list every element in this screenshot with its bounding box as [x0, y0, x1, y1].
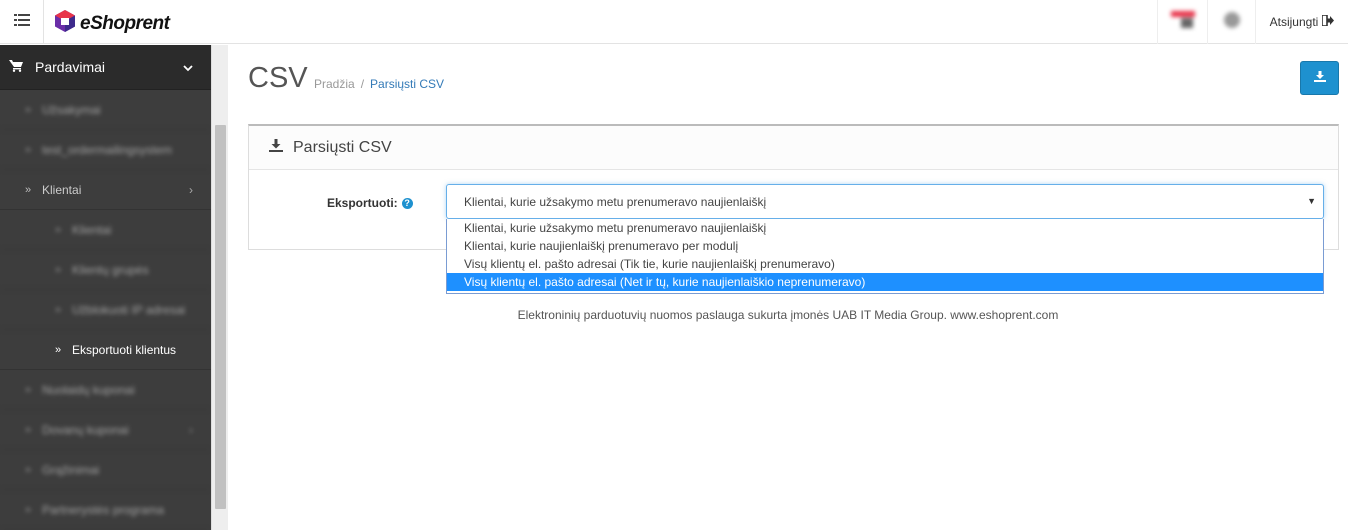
sidebar-item-label: Klientai	[42, 182, 82, 197]
double-chevron-icon: »	[24, 183, 32, 196]
sidebar-item-label: Eksportuoti klientus	[72, 342, 177, 357]
scrollbar-thumb[interactable]	[215, 125, 226, 509]
sidebar-subitem-blocked-ips[interactable]: » Užblokuoti IP adresai	[0, 290, 211, 330]
export-label: Eksportuoti: ?	[327, 196, 413, 210]
menu-toggle-button[interactable]	[0, 0, 44, 44]
sidebar-item-label: Užsakymai	[42, 102, 101, 117]
export-select-dropdown: Klientai, kurie užsakymo metu prenumerav…	[446, 219, 1324, 294]
flag-icon	[1170, 10, 1195, 34]
sidebar-item-vouchers[interactable]: » Dovanų kuponai ›	[0, 410, 211, 450]
sidebar-subitem-customer-groups[interactable]: » Klientų grupės	[0, 250, 211, 290]
export-option-highlighted[interactable]: Visų klientų el. pašto adresai (Net ir t…	[447, 273, 1323, 291]
chevron-right-icon: ›	[189, 422, 193, 437]
brand-name: eShoprent	[80, 12, 170, 34]
sidebar-item-label: Užblokuoti IP adresai	[72, 302, 186, 317]
top-bar: eShoprent Atsijungti	[0, 0, 1348, 44]
breadcrumb: Pradžia / Parsiųsti CSV	[314, 77, 444, 91]
page-title: CSV	[248, 62, 308, 94]
cart-icon	[9, 59, 23, 75]
sidebar-subitem-customers[interactable]: » Klientai	[0, 210, 211, 250]
double-chevron-icon: »	[54, 223, 62, 236]
sidebar-item-coupons[interactable]: » Nuolaidų kuponai	[0, 370, 211, 410]
double-chevron-icon: »	[24, 503, 32, 516]
sidebar-item-label: Grąžinimai	[42, 462, 100, 477]
double-chevron-icon: »	[24, 423, 32, 436]
download-icon	[1313, 69, 1326, 87]
sidebar-item-label: Dovanų kuponai	[42, 422, 129, 437]
logout-button[interactable]: Atsijungti	[1255, 0, 1348, 44]
breadcrumb-current[interactable]: Parsiųsti CSV	[370, 77, 444, 91]
sign-out-icon	[1321, 14, 1335, 29]
sidebar-item-label: Klientų grupės	[72, 262, 149, 277]
brand-logo[interactable]: eShoprent	[54, 9, 170, 38]
export-select-value: Klientai, kurie užsakymo metu prenumerav…	[464, 194, 767, 209]
help-icon[interactable]: ?	[401, 197, 413, 209]
hamburger-icon	[13, 13, 30, 31]
export-label-text: Eksportuoti:	[327, 196, 398, 210]
breadcrumb-home[interactable]: Pradžia	[314, 77, 355, 91]
sidebar-item-returns[interactable]: » Grąžinimai	[0, 450, 211, 490]
download-button[interactable]	[1300, 61, 1339, 95]
sidebar-section-sales[interactable]: Pardavimai	[0, 45, 211, 90]
sidebar-item-customers[interactable]: » Klientai ›	[0, 170, 211, 210]
chevron-down-icon	[183, 59, 193, 75]
sidebar-item-affiliates[interactable]: » Partnerystės programa	[0, 490, 211, 530]
export-option[interactable]: Klientai, kurie naujienlaiškį prenumerav…	[447, 237, 1323, 255]
export-option[interactable]: Visų klientų el. pašto adresai (Tik tie,…	[447, 255, 1323, 273]
breadcrumb-separator: /	[360, 77, 365, 91]
sidebar-subitem-export-customers[interactable]: » Eksportuoti klientus	[0, 330, 211, 370]
language-selector[interactable]	[1157, 0, 1207, 44]
sidebar-scrollbar[interactable]	[211, 45, 228, 530]
caret-down-icon: ▼	[1307, 196, 1316, 206]
double-chevron-icon: »	[54, 263, 62, 276]
export-select[interactable]: Klientai, kurie užsakymo metu prenumerav…	[446, 184, 1324, 219]
download-icon	[269, 138, 283, 157]
footer-text: Elektroninių parduotuvių nuomos paslauga…	[517, 308, 1059, 322]
double-chevron-icon: »	[54, 303, 62, 316]
double-chevron-icon: »	[24, 143, 32, 156]
user-menu[interactable]	[1207, 0, 1255, 44]
sidebar-item-orders[interactable]: » Užsakymai	[0, 90, 211, 130]
double-chevron-icon: »	[24, 463, 32, 476]
sidebar: Pardavimai » Užsakymai » test_ordermaili…	[0, 45, 211, 530]
sidebar-item-label: Klientai	[72, 222, 112, 237]
main-content: CSV Pradžia / Parsiųsti CSV Parsiųsti CS…	[228, 45, 1348, 530]
logout-label: Atsijungti	[1269, 15, 1319, 29]
double-chevron-icon: »	[24, 103, 32, 116]
sidebar-section-label: Pardavimai	[35, 59, 106, 75]
sidebar-item-label: Partnerystės programa	[42, 502, 165, 517]
user-avatar-icon	[1223, 11, 1241, 34]
chevron-right-icon: ›	[189, 182, 193, 197]
logo-icon	[54, 9, 76, 38]
sidebar-item-ordermailing[interactable]: » test_ordermailingsystem	[0, 130, 211, 170]
export-option[interactable]: Klientai, kurie užsakymo metu prenumerav…	[447, 219, 1323, 237]
panel-title: Parsiųsti CSV	[293, 138, 392, 156]
sidebar-item-label: test_ordermailingsystem	[42, 142, 173, 157]
double-chevron-icon: »	[54, 343, 62, 356]
double-chevron-icon: »	[24, 383, 32, 396]
sidebar-item-label: Nuolaidų kuponai	[42, 382, 135, 397]
top-right-nav: Atsijungti	[1157, 0, 1348, 44]
panel-heading: Parsiųsti CSV	[249, 126, 1338, 170]
